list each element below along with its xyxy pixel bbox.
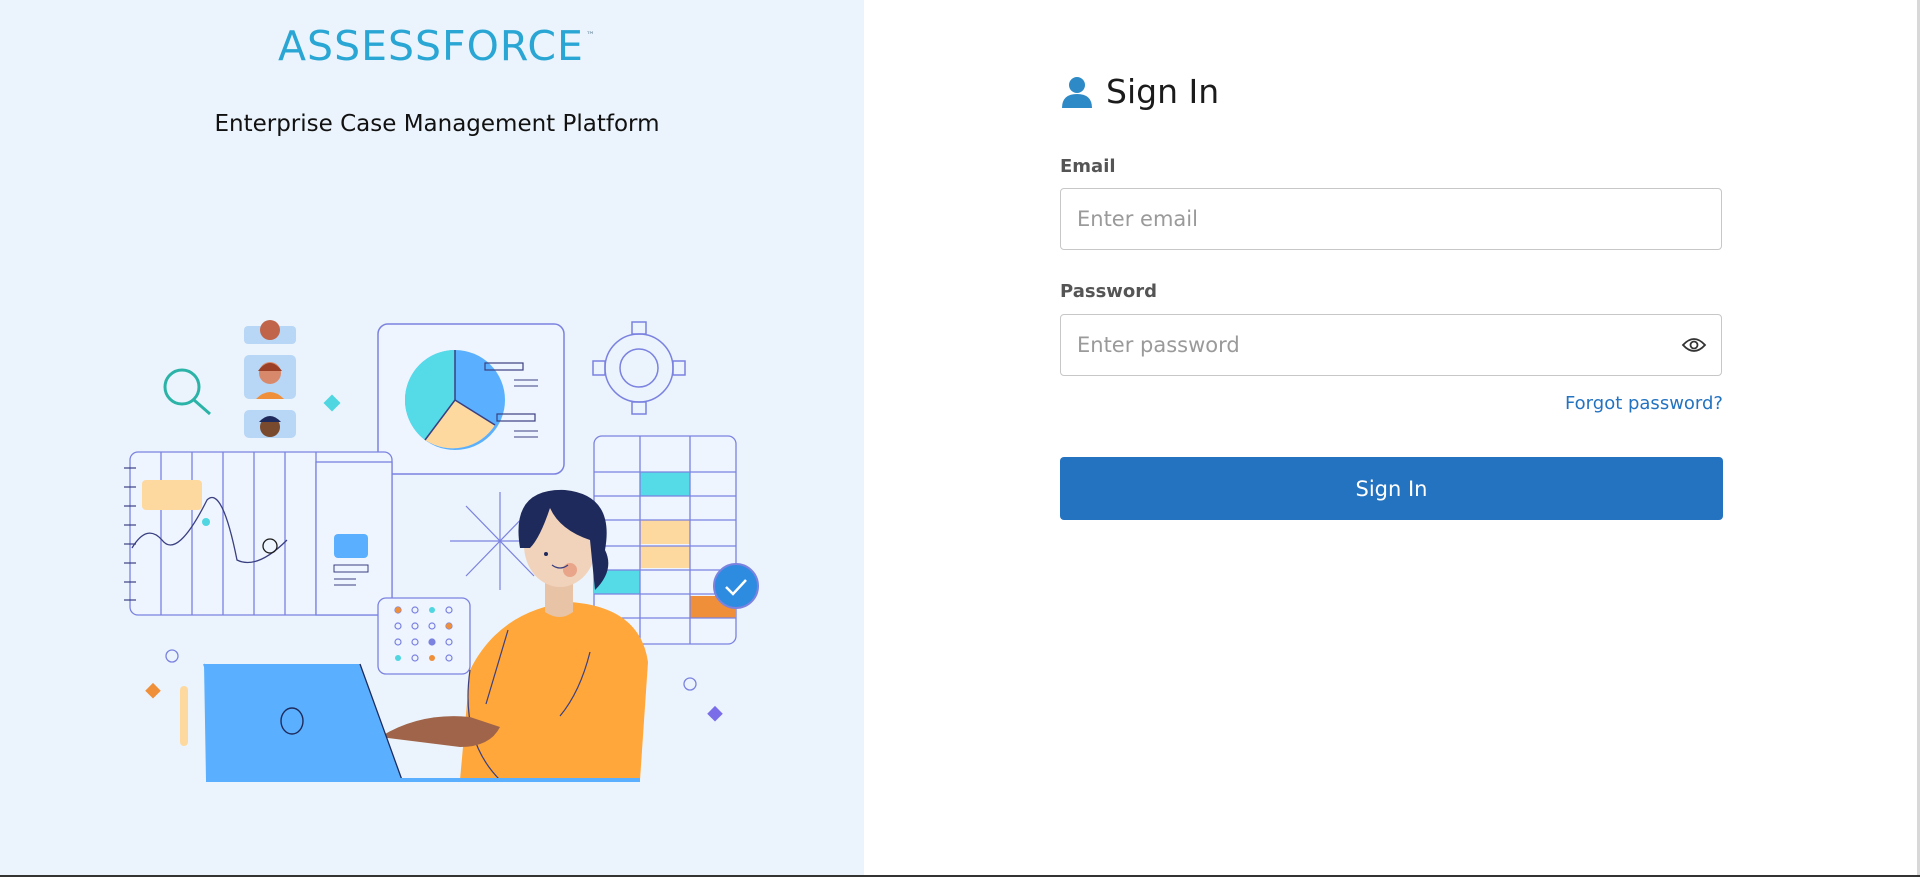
- line-chart-card: [129, 451, 393, 616]
- signin-button[interactable]: Sign In: [1060, 457, 1723, 520]
- trademark: ™: [585, 31, 596, 41]
- email-label: Email: [1060, 156, 1116, 177]
- signin-title: Sign In: [1106, 72, 1220, 111]
- platform-tagline: Enterprise Case Management Platform: [214, 111, 660, 137]
- user-icon: [1062, 76, 1092, 108]
- email-field[interactable]: [1060, 188, 1722, 250]
- hero-illustration: [124, 320, 759, 782]
- pie-card: [377, 323, 565, 475]
- dot-grid-card: [377, 597, 471, 675]
- brand-panel: ASSESSFORCE ™ Enterprise Case Management …: [0, 0, 864, 877]
- password-label: Password: [1060, 281, 1158, 302]
- brand-logo: ASSESSFORCE ™: [278, 26, 596, 67]
- check-badge-icon: [713, 563, 759, 609]
- table-card: [593, 435, 737, 645]
- gear-icon: [592, 321, 686, 415]
- signin-panel: [864, 0, 1920, 877]
- password-field[interactable]: [1060, 314, 1722, 376]
- forgot-password-link[interactable]: Forgot password?: [1400, 393, 1723, 414]
- eye-icon[interactable]: [1681, 334, 1707, 356]
- signin-header: Sign In: [1060, 72, 1219, 111]
- logo-text: ASSESSFORCE: [278, 22, 584, 70]
- avatar-column: [244, 320, 296, 438]
- magnifier-icon: [163, 368, 211, 416]
